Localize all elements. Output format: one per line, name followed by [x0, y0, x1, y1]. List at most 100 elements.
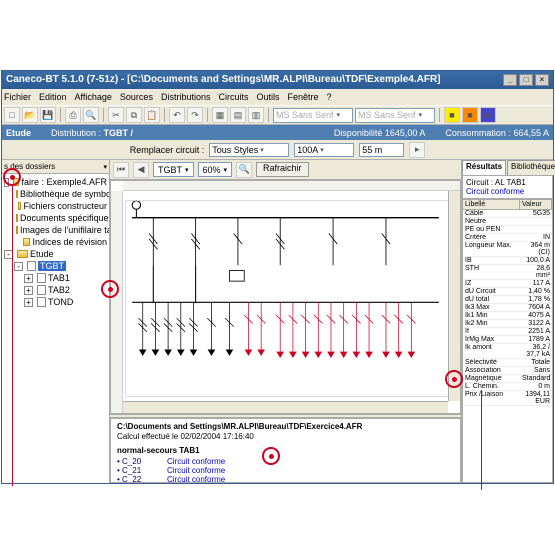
canvas-scroll-vertical[interactable]	[448, 191, 460, 401]
menu-fenetre[interactable]: Fenêtre	[288, 92, 319, 102]
replace-go-icon[interactable]: ▸	[409, 142, 425, 158]
dist-value: TGBT /	[104, 128, 134, 138]
print-icon[interactable]: ⎙	[65, 107, 81, 123]
right-panel: Résultats Bibliothèques Circuit : AL TAB…	[461, 160, 553, 483]
result-row[interactable]: Ik amont36,2 / 37,7 kA	[463, 344, 552, 359]
paste-icon[interactable]: 📋	[144, 107, 160, 123]
col-libelle: Libellé	[463, 200, 520, 209]
page-icon	[37, 285, 46, 295]
save-icon[interactable]: 💾	[40, 107, 56, 123]
tree-toggle-icon[interactable]: +	[24, 274, 33, 283]
maximize-button[interactable]: □	[519, 74, 533, 86]
tree-node[interactable]: Fichiers constructeur	[4, 200, 107, 212]
menu-sources[interactable]: Sources	[120, 92, 153, 102]
menu-distributions[interactable]: Distributions	[161, 92, 211, 102]
replace-style-combo[interactable]: Tous Styles	[209, 143, 289, 157]
tree-toggle-icon[interactable]: +	[24, 286, 33, 295]
tree-node[interactable]: Images de l'unifilaire tableau	[4, 224, 107, 236]
result-row[interactable]: SélectivitéTotale	[463, 359, 552, 367]
result-row[interactable]: dU Circuit1,40 %	[463, 288, 552, 296]
result-row[interactable]: IZ117 A	[463, 280, 552, 288]
canvas-scroll-horizontal[interactable]	[123, 401, 448, 413]
result-row[interactable]: IrMg Max1789 A	[463, 336, 552, 344]
zoom-combo[interactable]: 60%	[198, 162, 233, 177]
result-row[interactable]: Ik2 Min3122 A	[463, 320, 552, 328]
result-row[interactable]: PE ou PEN	[463, 226, 552, 234]
color1-icon[interactable]: ■	[444, 107, 460, 123]
zoom-icon[interactable]: 🔍	[236, 162, 252, 178]
open-icon[interactable]: 📂	[22, 107, 38, 123]
tree-node[interactable]: Indices de révision	[4, 236, 107, 248]
replace-val1-combo[interactable]: 100A	[294, 143, 354, 157]
nav-prev-icon[interactable]: ◀	[133, 162, 149, 178]
result-row[interactable]: L. Chemin.0 m	[463, 383, 552, 391]
redo-icon[interactable]: ↷	[187, 107, 203, 123]
titlebar-text: Caneco-BT 5.1.0 (7-51z) - [C:\Documents …	[6, 71, 441, 89]
result-row[interactable]: Neutre	[463, 218, 552, 226]
tool3-icon[interactable]: ▥	[248, 107, 264, 123]
tab-bibliotheques[interactable]: Bibliothèques	[507, 160, 555, 175]
cut-icon[interactable]: ✂	[108, 107, 124, 123]
page-icon	[37, 297, 46, 307]
menu-fichier[interactable]: Fichier	[4, 92, 31, 102]
output-pane[interactable]: C:\Documents and Settings\MR.ALPI\Bureau…	[110, 418, 461, 483]
replace-val2-input[interactable]	[359, 143, 404, 157]
tree-node[interactable]: -Etude	[4, 248, 107, 260]
font-combo-2[interactable]: MS Sans Serif	[355, 108, 435, 123]
new-icon[interactable]: □	[4, 107, 20, 123]
circuit-status-link[interactable]: Circuit conforme	[466, 187, 524, 196]
schematic-canvas[interactable]	[110, 180, 461, 414]
tree-node[interactable]: Documents spécifiques à l'af	[4, 212, 107, 224]
tree-label: Bibliothèque de symboles	[20, 189, 109, 199]
close-button[interactable]: ×	[535, 74, 549, 86]
tree-node[interactable]: + TAB2	[4, 284, 107, 296]
undo-icon[interactable]: ↶	[169, 107, 185, 123]
tree-node[interactable]: -TGBT	[4, 260, 107, 272]
result-row[interactable]: STH28,6 mm²	[463, 265, 552, 280]
tool1-icon[interactable]: ▦	[212, 107, 228, 123]
result-row[interactable]: dU total1,78 %	[463, 296, 552, 304]
tree-label: Indices de révision	[32, 237, 107, 247]
result-row[interactable]: IB100,0 A	[463, 257, 552, 265]
color3-icon[interactable]: ■	[480, 107, 496, 123]
tree-toggle-icon[interactable]: -	[4, 178, 9, 187]
result-row[interactable]: MagnétiqueStandard	[463, 375, 552, 383]
output-row[interactable]: • C_22Circuit conforme	[117, 475, 454, 483]
copy-icon[interactable]: ⧉	[126, 107, 142, 123]
result-row[interactable]: Prix /Liaison1394,11 EUR	[463, 391, 552, 406]
folder-open-icon	[17, 250, 28, 258]
output-row[interactable]: • C_21Circuit conforme	[117, 466, 454, 475]
result-row[interactable]: Câble5G35	[463, 210, 552, 218]
tree-label: TAB2	[48, 285, 70, 295]
tree-node[interactable]: +TAB1	[4, 272, 107, 284]
color2-icon[interactable]: ■	[462, 107, 478, 123]
board-combo[interactable]: TGBT	[153, 162, 194, 177]
left-panel-header[interactable]: s des dossiers	[2, 160, 109, 174]
tree-toggle-icon[interactable]: +	[24, 298, 33, 307]
minimize-button[interactable]: _	[503, 74, 517, 86]
result-row[interactable]: CritèreIN	[463, 234, 552, 242]
result-row[interactable]: If2251 A	[463, 328, 552, 336]
result-row[interactable]: AssociationSans	[463, 367, 552, 375]
menu-circuits[interactable]: Circuits	[218, 92, 248, 102]
tab-resultats[interactable]: Résultats	[462, 160, 506, 175]
menu-outils[interactable]: Outils	[257, 92, 280, 102]
tree-node[interactable]: +TOND	[4, 296, 107, 308]
font-combo-1[interactable]: MS Sans Serif	[273, 108, 353, 123]
tool2-icon[interactable]: ▤	[230, 107, 246, 123]
result-row[interactable]: Ik1 Min4075 A	[463, 312, 552, 320]
preview-icon[interactable]: 🔍	[83, 107, 99, 123]
menu-affichage[interactable]: Affichage	[75, 92, 112, 102]
window-buttons: _ □ ×	[503, 74, 549, 86]
tree-toggle-icon[interactable]: -	[4, 250, 13, 259]
tree-node[interactable]: -faire : Exemple4.AFR	[4, 176, 107, 188]
result-row[interactable]: Longueur Max.364 m (CI)	[463, 242, 552, 257]
nav-first-icon[interactable]: ⏮	[113, 162, 129, 178]
output-row[interactable]: • C_20Circuit conforme	[117, 457, 454, 466]
menu-edition[interactable]: Edition	[39, 92, 67, 102]
tree-toggle-icon[interactable]: -	[14, 262, 23, 271]
refresh-button[interactable]: Rafraichir	[256, 162, 309, 177]
menu-help[interactable]: ?	[327, 92, 332, 102]
result-row[interactable]: Ik3 Max7604 A	[463, 304, 552, 312]
tree-node[interactable]: Bibliothèque de symboles	[4, 188, 107, 200]
